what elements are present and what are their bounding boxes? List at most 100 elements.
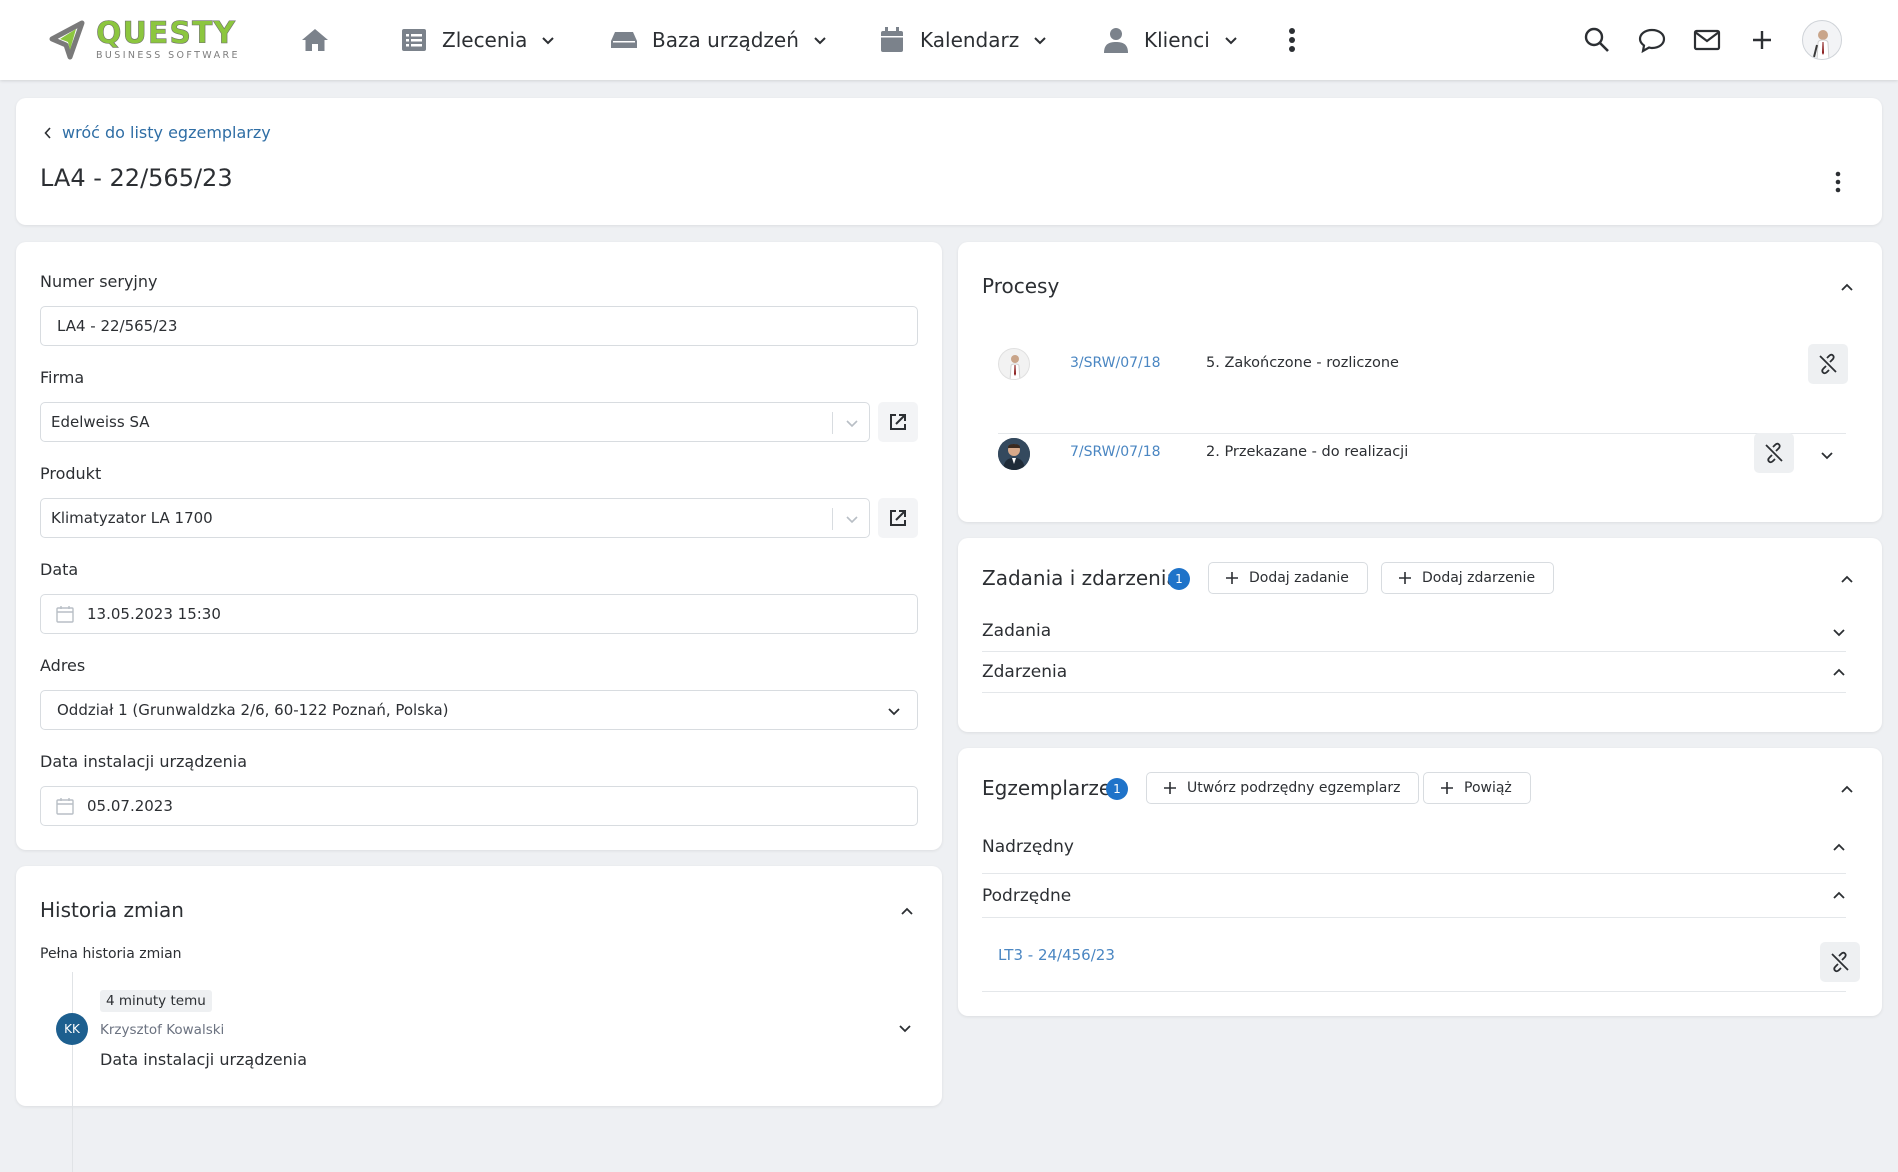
chevron-up-icon[interactable] [1840, 280, 1854, 294]
search-icon[interactable] [1583, 26, 1611, 54]
avatar [998, 438, 1030, 470]
install-date-input[interactable]: 05.07.2023 [40, 786, 918, 826]
nav-klienci-label: Klienci [1144, 28, 1210, 52]
tasks-title: Zadania i zdarzenia [982, 566, 1179, 590]
plus-icon [1440, 781, 1454, 795]
timeline-line [72, 972, 73, 1172]
parent-section-row[interactable]: Nadrzędny [982, 820, 1846, 874]
add-task-label: Dodaj zadanie [1249, 570, 1349, 586]
nav-kalendarz[interactable]: Kalendarz [878, 22, 1047, 58]
link-instance-button[interactable]: Powiąż [1423, 772, 1531, 804]
chevron-down-icon [813, 33, 827, 47]
chevron-up-icon[interactable] [1840, 782, 1854, 796]
history-time-chip: 4 minuty temu [100, 990, 212, 1012]
chevron-up-icon[interactable] [900, 904, 914, 918]
date-label: Data [40, 560, 79, 579]
process-link[interactable]: 7/SRW/07/18 [1070, 444, 1161, 460]
unlink-button[interactable] [1754, 433, 1794, 473]
nav-zlecenia-label: Zlecenia [442, 28, 528, 52]
chevron-down-icon [1033, 33, 1047, 47]
serial-label: Numer seryjny [40, 272, 158, 291]
processes-title: Procesy [982, 274, 1060, 298]
history-title: Historia zmian [40, 898, 184, 922]
date-input[interactable]: 13.05.2023 15:30 [40, 594, 918, 634]
nav-baza-urzadzen[interactable]: Baza urządzeń [610, 22, 827, 58]
children-section-row[interactable]: Podrzędne [982, 874, 1846, 918]
create-child-label: Utwórz podrzędny egzemplarz [1187, 780, 1401, 796]
nav-baza-label: Baza urządzeń [652, 28, 799, 52]
chevron-up-icon [1832, 840, 1846, 854]
unlink-button[interactable] [1820, 942, 1860, 982]
avatar: KK [56, 1013, 88, 1045]
avatar [998, 348, 1030, 380]
add-event-button[interactable]: Dodaj zdarzenie [1381, 562, 1555, 594]
back-link-label: wróć do listy egzemplarzy [62, 123, 271, 142]
device-icon [610, 26, 638, 54]
questy-logo[interactable]: QUESTY BUSINESS SOFTWARE [46, 18, 261, 62]
chevron-down-icon [845, 416, 859, 430]
list-icon [400, 26, 428, 54]
parent-section-label: Nadrzędny [982, 836, 1074, 857]
chevron-down-icon[interactable] [1820, 447, 1834, 461]
header-card: wróć do listy egzemplarzy LA4 - 22/565/2… [16, 98, 1882, 225]
nav-zlecenia[interactable]: Zlecenia [400, 22, 555, 58]
plus-icon[interactable] [1748, 26, 1776, 54]
home-icon[interactable] [300, 26, 330, 54]
instances-count-badge: 1 [1106, 778, 1128, 800]
process-status: 2. Przekazane - do realizacji [1206, 444, 1409, 460]
more-vertical-icon[interactable] [1282, 26, 1302, 54]
instances-title: Egzemplarze [982, 776, 1112, 800]
unlink-button[interactable] [1808, 344, 1848, 384]
child-instance-row: LT3 - 24/456/23 [982, 918, 1846, 992]
plus-icon [1225, 571, 1239, 585]
address-select[interactable]: Oddział 1 (Grunwaldzka 2/6, 60-122 Pozna… [40, 690, 918, 730]
add-event-label: Dodaj zdarzenie [1422, 570, 1536, 586]
chat-icon[interactable] [1638, 26, 1666, 54]
chevron-down-icon [845, 512, 859, 526]
nav-kalendarz-label: Kalendarz [920, 28, 1020, 52]
add-task-button[interactable]: Dodaj zadanie [1208, 562, 1368, 594]
process-link[interactable]: 3/SRW/07/18 [1070, 355, 1161, 371]
company-select[interactable]: Edelweiss SA [40, 402, 870, 442]
back-link[interactable]: wróć do listy egzemplarzy [44, 123, 271, 142]
history-card: Historia zmian Pełna historia zmian 4 mi… [16, 866, 942, 1172]
child-instance-link[interactable]: LT3 - 24/456/23 [998, 946, 1115, 964]
events-section-label: Zdarzenia [982, 661, 1068, 682]
calendar-icon [55, 796, 75, 816]
create-child-instance-button[interactable]: Utwórz podrzędny egzemplarz [1146, 772, 1420, 804]
page-title: LA4 - 22/565/23 [40, 164, 233, 192]
chevron-down-icon [1224, 33, 1238, 47]
address-value: Oddział 1 (Grunwaldzka 2/6, 60-122 Pozna… [57, 701, 449, 719]
more-vertical-icon[interactable] [1832, 170, 1844, 194]
company-value: Edelweiss SA [51, 413, 150, 431]
user-avatar[interactable] [1802, 20, 1842, 60]
chevron-left-icon [44, 126, 51, 139]
install-date-label: Data instalacji urządzenia [40, 752, 248, 771]
tasks-card: Zadania i zdarzenia 1 Dodaj zadanie Doda… [958, 538, 1882, 732]
address-label: Adres [40, 656, 86, 675]
open-product-button[interactable] [878, 498, 918, 538]
chevron-down-icon[interactable] [898, 1020, 912, 1034]
serial-input[interactable]: LA4 - 22/565/23 [40, 306, 918, 346]
product-select[interactable]: Klimatyzator LA 1700 [40, 498, 870, 538]
chevron-up-icon [1832, 888, 1846, 902]
top-navbar: QUESTY BUSINESS SOFTWARE Zlecenia Baza u… [0, 0, 1898, 80]
unlink-icon [1819, 353, 1837, 375]
tasks-section-row[interactable]: Zadania [982, 610, 1846, 652]
row-divider [998, 433, 1846, 434]
logo-text: QUESTY [96, 16, 237, 52]
install-date-value: 05.07.2023 [87, 797, 173, 815]
instances-card: Egzemplarze 1 Utwórz podrzędny egzemplar… [958, 748, 1882, 1016]
events-section-row[interactable]: Zdarzenia [982, 651, 1846, 693]
unlink-icon [1831, 951, 1849, 973]
chevron-down-icon [541, 33, 555, 47]
questy-logo-icon [49, 20, 85, 60]
details-form-card: Numer seryjny LA4 - 22/565/23 Firma Edel… [16, 242, 942, 850]
product-label: Produkt [40, 464, 102, 483]
full-history-label: Pełna historia zmian [40, 946, 182, 962]
nav-klienci[interactable]: Klienci [1102, 22, 1238, 58]
open-company-button[interactable] [878, 402, 918, 442]
chevron-up-icon[interactable] [1840, 572, 1854, 586]
mail-icon[interactable] [1693, 26, 1721, 54]
date-value: 13.05.2023 15:30 [87, 605, 221, 623]
